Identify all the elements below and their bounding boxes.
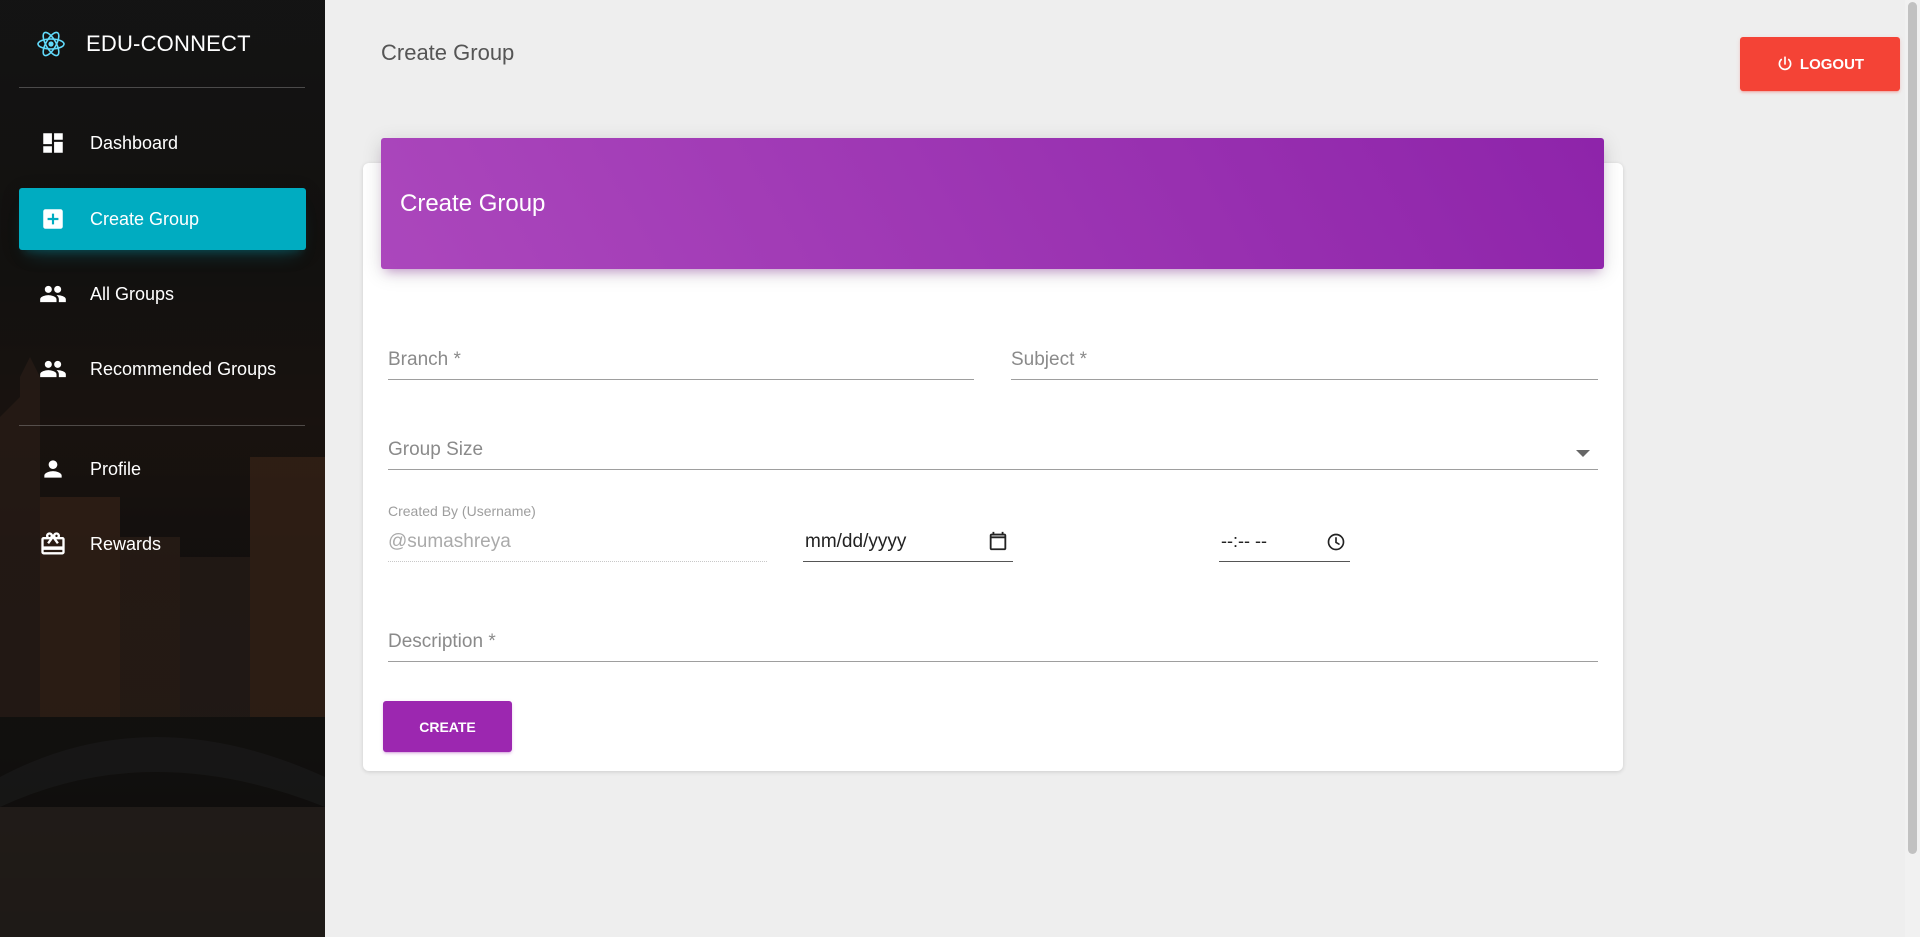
card-giftcard-icon (39, 530, 67, 558)
sidebar-item-label: Profile (90, 458, 142, 479)
date-input[interactable]: mm/dd/yyyy (803, 522, 1013, 562)
sidebar-item-create-group[interactable]: Create Group (19, 188, 306, 250)
power-icon (1778, 56, 1792, 71)
brand[interactable]: EDU-CONNECT (19, 0, 305, 88)
sidebar-item-label: All Groups (90, 283, 175, 304)
scrollbar-thumb[interactable] (1908, 2, 1917, 854)
description-field[interactable]: Description * (388, 622, 1598, 662)
calendar-icon[interactable] (987, 530, 1009, 552)
created-by-field: @sumashreya (388, 522, 767, 562)
subject-field[interactable]: Subject * (1011, 340, 1598, 380)
dropdown-arrow-icon (1576, 450, 1590, 457)
date-placeholder: mm/dd/yyyy (805, 530, 907, 552)
sidebar-background-image (0, 357, 325, 937)
sidebar-item-recommended-groups[interactable]: Recommended Groups (19, 338, 306, 400)
react-logo-icon (37, 31, 65, 56)
created-by-value: @sumashreya (388, 531, 511, 552)
group-size-select[interactable]: Group Size (388, 430, 1598, 470)
scrollbar[interactable] (1905, 0, 1920, 937)
sidebar-item-label: Recommended Groups (90, 358, 277, 379)
sidebar-item-rewards[interactable]: Rewards (19, 513, 306, 575)
clock-icon[interactable] (1326, 532, 1346, 552)
branch-label: Branch * (388, 349, 461, 370)
card-title: Create Group (400, 189, 546, 217)
sidebar-item-profile[interactable]: Profile (19, 438, 306, 500)
person-icon (39, 455, 67, 483)
create-button[interactable]: CREATE (383, 701, 512, 752)
sidebar-item-label: Dashboard (90, 132, 179, 153)
time-input[interactable]: --:-- -- (1219, 522, 1350, 562)
description-label: Description * (388, 631, 496, 652)
logout-button[interactable]: LOGOUT (1740, 37, 1900, 91)
group-size-label: Group Size (388, 439, 484, 460)
sidebar-item-label: Create Group (90, 208, 200, 229)
add-box-icon (39, 205, 67, 233)
page-title: Create Group (381, 40, 515, 65)
brand-name: EDU-CONNECT (86, 30, 251, 56)
sidebar-item-label: Rewards (90, 533, 162, 554)
branch-field[interactable]: Branch * (388, 340, 974, 380)
sidebar-item-all-groups[interactable]: All Groups (19, 263, 306, 325)
sidebar-item-dashboard[interactable]: Dashboard (19, 112, 306, 174)
sidebar-divider (19, 425, 305, 426)
created-by-label: Created By (Username) (388, 503, 536, 519)
sidebar: EDU-CONNECT Dashboard Create Group All G… (0, 0, 325, 937)
dashboard-icon (39, 129, 67, 157)
card-header: Create Group (381, 138, 1604, 269)
time-placeholder: --:-- -- (1221, 531, 1267, 551)
people-icon (39, 355, 67, 383)
subject-label: Subject * (1011, 349, 1088, 370)
logout-label: LOGOUT (1799, 55, 1865, 73)
people-icon (39, 280, 67, 308)
